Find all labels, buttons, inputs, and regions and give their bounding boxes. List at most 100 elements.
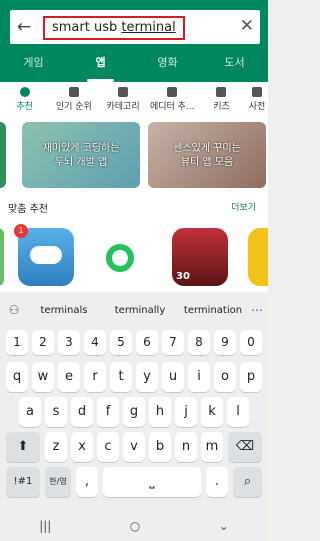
- key-3[interactable]: 3: [58, 330, 80, 355]
- banner-beauty-apps[interactable]: 센스있게 꾸미는 뷰티 앱 모음: [148, 122, 266, 188]
- key-x[interactable]: x: [71, 432, 93, 462]
- key-f[interactable]: f: [97, 397, 119, 427]
- shift-icon: ⬆: [17, 439, 29, 454]
- ring-icon: [106, 244, 134, 272]
- category-label: 사전: [248, 102, 266, 112]
- app-header: ← smart usb terminal ✕: [0, 0, 268, 46]
- key-l[interactable]: l: [227, 397, 249, 427]
- shift-key[interactable]: ⬆: [6, 432, 40, 462]
- category-chips: 추천 인기 순위 카테고리 에디터 추... 키즈 사전: [0, 82, 268, 120]
- key-y[interactable]: y: [136, 362, 158, 392]
- app-icon-partial-right[interactable]: [248, 228, 268, 286]
- weather-app-icon[interactable]: 1: [14, 224, 74, 286]
- tab-books[interactable]: 도서: [201, 46, 268, 82]
- key-c[interactable]: c: [97, 432, 119, 462]
- key-s[interactable]: s: [45, 397, 67, 427]
- category-label: 인기 순위: [55, 102, 92, 112]
- symbols-key[interactable]: !#1: [6, 467, 40, 497]
- key-h[interactable]: h: [149, 397, 171, 427]
- key-v[interactable]: v: [123, 432, 145, 462]
- backspace-key[interactable]: ⌫: [228, 432, 262, 462]
- space-icon: ⎵: [149, 474, 155, 489]
- key-5[interactable]: 5: [110, 330, 132, 355]
- fitness-badge: 30: [176, 271, 190, 282]
- back-arrow-icon[interactable]: ←: [10, 17, 38, 37]
- key-1[interactable]: 1: [6, 330, 28, 355]
- key-o[interactable]: o: [214, 362, 236, 392]
- system-nav-bar: ||| ○ ⌄: [0, 511, 268, 541]
- app-icon-partial[interactable]: [0, 228, 4, 286]
- category-editors[interactable]: 에디터 추...: [148, 82, 197, 120]
- search-key[interactable]: ⌕: [233, 467, 262, 497]
- banner-text: 센스있게 꾸미는 뷰티 앱 모음: [173, 143, 241, 168]
- suggestion[interactable]: terminally: [100, 305, 180, 316]
- tab-movies[interactable]: 영화: [134, 46, 201, 82]
- key-2[interactable]: 2: [32, 330, 54, 355]
- category-kids[interactable]: 키즈: [197, 82, 246, 120]
- cloud-icon: [30, 246, 62, 264]
- backspace-icon: ⌫: [235, 439, 255, 454]
- category-recommended[interactable]: 추천: [0, 82, 49, 120]
- key-q[interactable]: q: [6, 362, 28, 392]
- query-text: smart usb: [52, 20, 122, 35]
- key-p[interactable]: p: [240, 362, 262, 392]
- keyboard-tools-icon[interactable]: ⚇: [0, 303, 28, 317]
- search-bar[interactable]: ← smart usb terminal ✕: [10, 10, 260, 44]
- key-a[interactable]: a: [19, 397, 41, 427]
- category-categories[interactable]: 카테고리: [98, 82, 147, 120]
- key-k[interactable]: k: [201, 397, 223, 427]
- category-label: 카테고리: [106, 102, 140, 112]
- key-b[interactable]: b: [149, 432, 171, 462]
- clear-icon[interactable]: ✕: [240, 16, 254, 36]
- key-d[interactable]: d: [71, 397, 93, 427]
- green-circle-app-icon[interactable]: [92, 228, 148, 286]
- keyboard-hide-icon[interactable]: ⌄: [219, 519, 229, 533]
- more-options-icon[interactable]: ⋯: [246, 303, 268, 317]
- search-input[interactable]: smart usb terminal: [43, 16, 185, 40]
- language-key[interactable]: 한/영: [45, 467, 71, 497]
- key-8[interactable]: 8: [188, 330, 210, 355]
- key-t[interactable]: t: [110, 362, 132, 392]
- book-icon: [252, 87, 263, 97]
- tab-games[interactable]: 게임: [0, 46, 67, 82]
- category-label: 에디터 추...: [149, 102, 195, 112]
- key-j[interactable]: j: [175, 397, 197, 427]
- key-i[interactable]: i: [188, 362, 210, 392]
- tab-apps[interactable]: 앱: [67, 46, 134, 82]
- key-6[interactable]: 6: [136, 330, 158, 355]
- key-z[interactable]: z: [45, 432, 67, 462]
- banner-partial[interactable]: [0, 122, 6, 188]
- key-w[interactable]: w: [32, 362, 54, 392]
- category-label: 키즈: [213, 102, 230, 112]
- category-dictionary[interactable]: 사전: [246, 82, 268, 120]
- fitness-app-icon[interactable]: 30: [172, 228, 228, 286]
- suggestion[interactable]: terminals: [28, 305, 100, 316]
- key-9[interactable]: 9: [214, 330, 236, 355]
- chart-icon: [68, 87, 79, 97]
- notification-badge: 1: [14, 224, 28, 238]
- key-n[interactable]: n: [175, 432, 197, 462]
- key-u[interactable]: u: [162, 362, 184, 392]
- comma-key[interactable]: ,: [76, 467, 98, 497]
- key-7[interactable]: 7: [162, 330, 184, 355]
- banner-text: 재미있게 코딩하는 두뇌 개발 앱: [42, 143, 120, 168]
- search-icon: ⌕: [243, 474, 252, 489]
- recommend-section: 맞춤 추천 더보기 1 30: [0, 192, 268, 292]
- home-icon[interactable]: ○: [130, 519, 140, 533]
- category-top-charts[interactable]: 인기 순위: [49, 82, 98, 120]
- recent-apps-icon[interactable]: |||: [39, 519, 51, 533]
- key-m[interactable]: m: [201, 432, 223, 462]
- banner-coding-apps[interactable]: 재미있게 코딩하는 두뇌 개발 앱: [22, 122, 140, 188]
- key-4[interactable]: 4: [84, 330, 106, 355]
- shapes-icon: [118, 87, 129, 97]
- top-tabs: 게임 앱 영화 도서: [0, 46, 268, 82]
- more-link[interactable]: 더보기: [231, 200, 256, 213]
- compass-icon: [19, 87, 30, 97]
- suggestion[interactable]: termination: [180, 305, 246, 316]
- key-g[interactable]: g: [123, 397, 145, 427]
- key-r[interactable]: r: [84, 362, 106, 392]
- period-key[interactable]: .: [206, 467, 228, 497]
- key-0[interactable]: 0: [240, 330, 262, 355]
- key-e[interactable]: e: [58, 362, 80, 392]
- space-key[interactable]: ⎵: [103, 467, 201, 497]
